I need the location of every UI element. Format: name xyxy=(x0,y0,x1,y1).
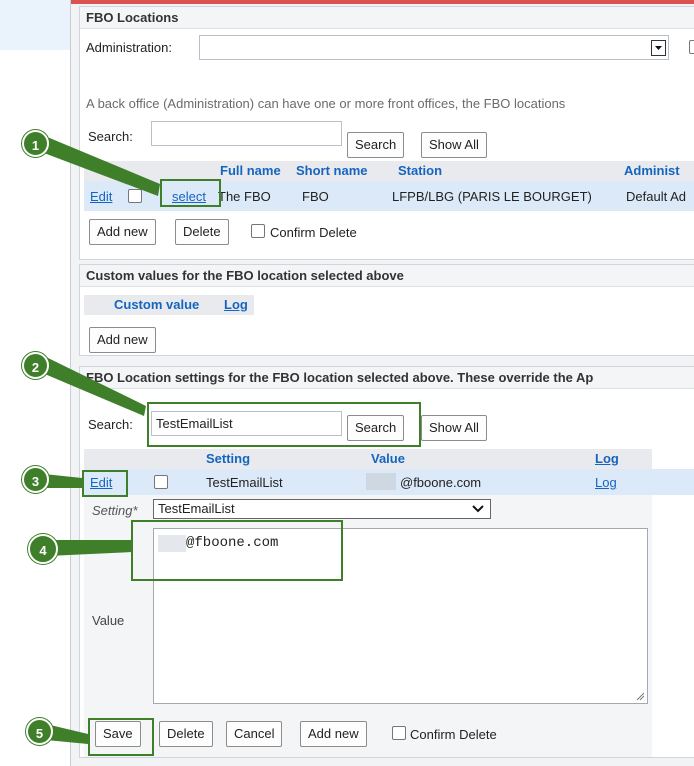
callout-marker-5: 5 xyxy=(26,718,53,745)
fbo-short-name: FBO xyxy=(302,189,329,204)
caret-down-icon xyxy=(655,46,662,50)
fbo-row-checkbox[interactable] xyxy=(128,189,142,203)
settings-row-log-link[interactable]: Log xyxy=(595,475,617,490)
administration-label: Administration: xyxy=(86,40,172,55)
fbo-locations-title: FBO Locations xyxy=(80,7,694,29)
setting-select[interactable]: TestEmailList xyxy=(153,499,491,519)
fbo-edit-link[interactable]: Edit xyxy=(90,189,112,204)
fbo-search-label: Search: xyxy=(88,129,133,144)
administration-dropdown-button[interactable] xyxy=(651,40,666,56)
fbo-confirm-delete-label: Confirm Delete xyxy=(270,225,357,240)
cancel-button[interactable]: Cancel xyxy=(226,721,283,747)
fbo-station: LFPB/LBG (PARIS LE BOURGET) xyxy=(392,189,592,204)
value-field-label: Value xyxy=(92,613,125,628)
fbo-full-name: The FBO xyxy=(218,189,271,204)
settings-row-value: @fboone.com xyxy=(400,475,482,490)
settings-show-all-button[interactable]: Show All xyxy=(421,415,487,441)
settings-row-setting: TestEmailList xyxy=(206,475,283,490)
col-log-link[interactable]: Log xyxy=(224,297,248,312)
settings-add-new-button[interactable]: Add new xyxy=(300,721,367,747)
fbo-show-all-button[interactable]: Show All xyxy=(421,132,487,158)
col-full-name[interactable]: Full name xyxy=(220,163,281,178)
settings-title: FBO Location settings for the FBO locati… xyxy=(80,367,694,389)
callout-marker-3: 3 xyxy=(22,466,49,493)
highlight-edit-link xyxy=(82,470,128,497)
chevron-down-icon xyxy=(472,505,484,513)
left-nav-selected-item[interactable] xyxy=(0,0,70,50)
fbo-confirm-delete-checkbox[interactable] xyxy=(251,224,265,238)
col-value[interactable]: Value xyxy=(371,451,405,466)
fbo-search-input[interactable] xyxy=(151,121,342,146)
fbo-table-header: Full name Short name Station Administ xyxy=(84,161,694,181)
custom-values-add-new-button[interactable]: Add new xyxy=(89,327,156,353)
settings-row-checkbox[interactable] xyxy=(154,475,168,489)
col-log[interactable]: Log xyxy=(595,451,619,466)
highlight-save-button xyxy=(88,718,154,756)
settings-confirm-delete-checkbox[interactable] xyxy=(392,726,406,740)
fbo-search-button[interactable]: Search xyxy=(347,132,405,158)
custom-values-title: Custom values for the FBO location selec… xyxy=(80,265,694,287)
callout-marker-1: 1 xyxy=(22,130,49,157)
fbo-add-new-button[interactable]: Add new xyxy=(89,219,156,245)
administration-checkbox[interactable] xyxy=(689,40,694,54)
fbo-locations-panel: FBO Locations Administration: A back off… xyxy=(79,6,694,260)
highlight-value-textarea xyxy=(131,520,343,581)
col-station[interactable]: Station xyxy=(398,163,442,178)
main-content: FBO Locations Administration: A back off… xyxy=(71,0,694,766)
custom-values-header: Custom value Log xyxy=(84,295,254,315)
highlight-settings-search xyxy=(147,402,421,447)
custom-values-panel: Custom values for the FBO location selec… xyxy=(79,264,694,356)
settings-delete-button[interactable]: Delete xyxy=(159,721,213,747)
col-custom-value[interactable]: Custom value xyxy=(114,297,199,312)
fbo-delete-button[interactable]: Delete xyxy=(175,219,229,245)
col-administration[interactable]: Administ xyxy=(624,163,680,178)
settings-search-label: Search: xyxy=(88,417,133,432)
left-nav xyxy=(0,0,70,766)
fbo-info-text: A back office (Administration) can have … xyxy=(86,96,566,111)
top-accent-bar xyxy=(71,0,694,4)
col-short-name[interactable]: Short name xyxy=(296,163,368,178)
administration-select[interactable] xyxy=(199,35,669,60)
settings-table-row: Edit TestEmailList @fboone.com Log xyxy=(84,469,694,495)
settings-table-header: Setting Value Log xyxy=(84,449,652,469)
fbo-administration: Default Ad xyxy=(626,189,686,204)
settings-confirm-delete-label: Confirm Delete xyxy=(410,727,497,742)
resize-handle-icon[interactable] xyxy=(635,691,645,701)
setting-select-value: TestEmailList xyxy=(158,501,235,516)
callout-marker-4: 4 xyxy=(28,534,58,564)
callout-marker-2: 2 xyxy=(22,352,49,379)
setting-field-label: Setting* xyxy=(92,503,138,518)
highlight-select-link xyxy=(160,179,221,207)
col-setting[interactable]: Setting xyxy=(206,451,250,466)
redacted-email-user xyxy=(366,473,396,490)
